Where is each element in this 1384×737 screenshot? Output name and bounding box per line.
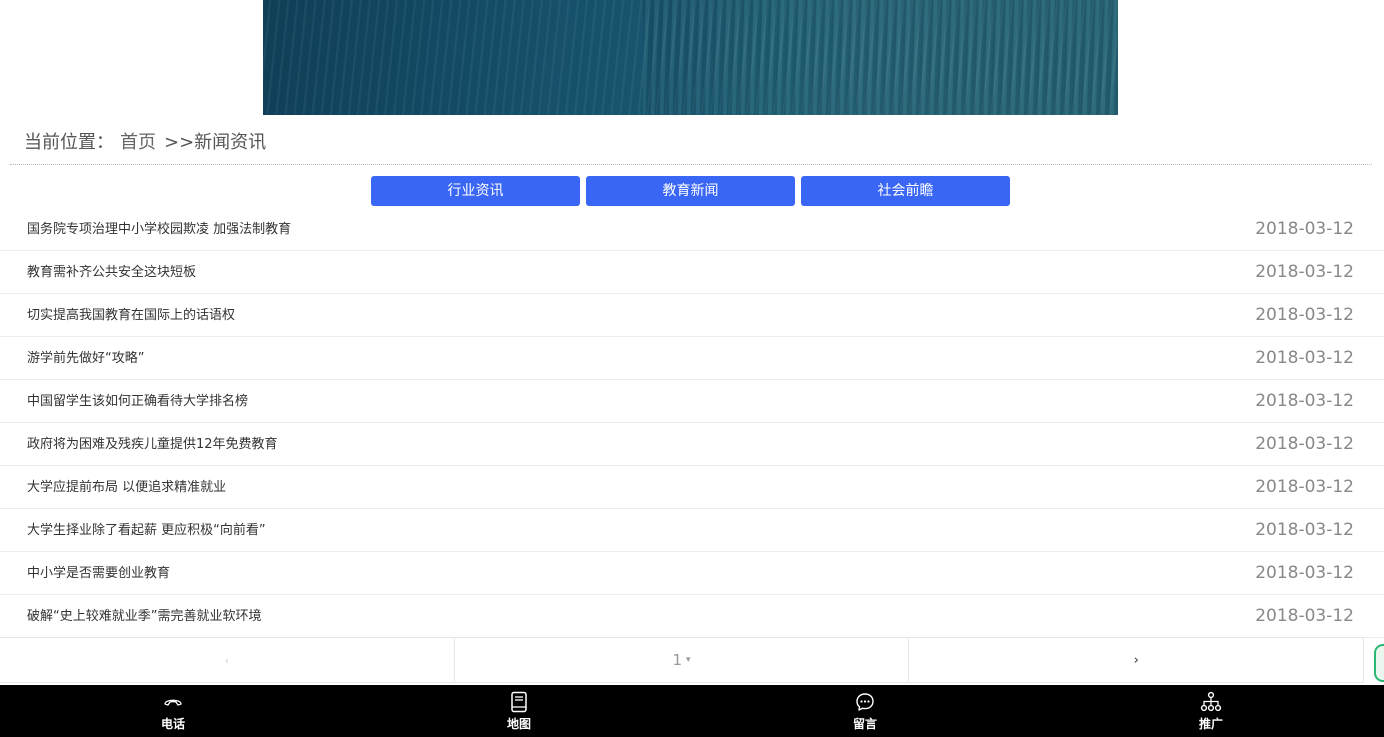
bottom-nav-promote[interactable]: 推广 <box>1038 685 1384 737</box>
pagination-next-button[interactable]: › <box>909 638 1363 682</box>
breadcrumb: 当前位置： 首页 >>新闻资讯 <box>24 130 266 156</box>
news-list-item[interactable]: 教育需补齐公共安全这块短板 2018-03-12 <box>0 251 1384 294</box>
news-list-item[interactable]: 政府将为困难及残疾儿童提供12年免费教育 2018-03-12 <box>0 423 1384 466</box>
news-date: 2018-03-12 <box>1255 563 1354 583</box>
bottom-nav-phone[interactable]: 电话 <box>0 685 346 737</box>
pagination: ‹ 1 ▾ › <box>0 637 1364 683</box>
bottom-nav-bar: 电话 地图 留言 推广 <box>0 685 1384 737</box>
banner-image <box>263 0 1118 115</box>
news-date: 2018-03-12 <box>1255 520 1354 540</box>
message-icon <box>853 691 877 713</box>
news-list: 国务院专项治理中小学校园欺凌 加强法制教育 2018-03-12 教育需补齐公共… <box>0 208 1384 638</box>
category-tab-education-news[interactable]: 教育新闻 <box>586 176 795 206</box>
chevron-left-icon: ‹ <box>224 653 230 667</box>
news-list-item[interactable]: 中国留学生该如何正确看待大学排名榜 2018-03-12 <box>0 380 1384 423</box>
bottom-nav-phone-label: 电话 <box>160 717 185 731</box>
news-title-link[interactable]: 破解“史上较难就业季”需完善就业软环境 <box>27 608 261 626</box>
bottom-nav-message[interactable]: 留言 <box>692 685 1038 737</box>
page: 当前位置： 首页 >>新闻资讯 行业资讯 教育新闻 社会前瞻 国务院专项治理中小学校… <box>0 0 1384 737</box>
breadcrumb-divider <box>10 164 1372 165</box>
news-title-link[interactable]: 教育需补齐公共安全这块短板 <box>27 264 196 282</box>
news-title-link[interactable]: 切实提高我国教育在国际上的话语权 <box>27 307 235 325</box>
news-date: 2018-03-12 <box>1255 434 1354 454</box>
news-date: 2018-03-12 <box>1255 219 1354 239</box>
news-title-link[interactable]: 政府将为困难及残疾儿童提供12年免费教育 <box>27 436 278 454</box>
news-list-item[interactable]: 破解“史上较难就业季”需完善就业软环境 2018-03-12 <box>0 595 1384 638</box>
bottom-nav-message-label: 留言 <box>852 717 877 731</box>
news-date: 2018-03-12 <box>1255 262 1354 282</box>
category-tab-industry-news[interactable]: 行业资讯 <box>371 176 580 206</box>
bottom-nav-map-label: 地图 <box>506 717 531 731</box>
bottom-nav-promote-label: 推广 <box>1198 717 1223 731</box>
news-list-item[interactable]: 大学生择业除了看起薪 更应积极“向前看” 2018-03-12 <box>0 509 1384 552</box>
news-date: 2018-03-12 <box>1255 606 1354 626</box>
breadcrumb-home-link[interactable]: 首页 <box>120 132 156 153</box>
news-list-item[interactable]: 国务院专项治理中小学校园欺凌 加强法制教育 2018-03-12 <box>0 208 1384 251</box>
news-title-link[interactable]: 中小学是否需要创业教育 <box>27 565 170 583</box>
breadcrumb-label: 当前位置： <box>24 132 114 153</box>
phone-icon <box>161 691 185 713</box>
news-list-item[interactable]: 中小学是否需要创业教育 2018-03-12 <box>0 552 1384 595</box>
news-title-link[interactable]: 大学生择业除了看起薪 更应积极“向前看” <box>27 522 266 540</box>
news-list-item[interactable]: 大学应提前布局 以便追求精准就业 2018-03-12 <box>0 466 1384 509</box>
breadcrumb-current: >>新闻资讯 <box>164 132 267 153</box>
news-list-item[interactable]: 游学前先做好“攻略” 2018-03-12 <box>0 337 1384 380</box>
news-date: 2018-03-12 <box>1255 391 1354 411</box>
side-float-tab[interactable] <box>1374 644 1384 682</box>
share-tree-icon <box>1199 691 1223 713</box>
pagination-prev-button[interactable]: ‹ <box>0 638 455 682</box>
news-title-link[interactable]: 国务院专项治理中小学校园欺凌 加强法制教育 <box>27 221 291 239</box>
news-list-item[interactable]: 切实提高我国教育在国际上的话语权 2018-03-12 <box>0 294 1384 337</box>
caret-down-icon: ▾ <box>686 655 691 665</box>
news-date: 2018-03-12 <box>1255 477 1354 497</box>
category-tab-society-outlook[interactable]: 社会前瞻 <box>801 176 1010 206</box>
bottom-nav-map[interactable]: 地图 <box>346 685 692 737</box>
pagination-page-select[interactable]: 1 ▾ <box>455 638 910 682</box>
news-title-link[interactable]: 大学应提前布局 以便追求精准就业 <box>27 479 226 497</box>
chevron-right-icon: › <box>1133 652 1139 668</box>
category-tabs: 行业资讯 教育新闻 社会前瞻 <box>371 176 1016 206</box>
pagination-current-page: 1 <box>672 651 683 669</box>
news-title-link[interactable]: 游学前先做好“攻略” <box>27 350 144 368</box>
news-date: 2018-03-12 <box>1255 348 1354 368</box>
news-date: 2018-03-12 <box>1255 305 1354 325</box>
map-book-icon <box>507 691 531 713</box>
banner-bookshelf-lines <box>643 0 1118 115</box>
news-title-link[interactable]: 中国留学生该如何正确看待大学排名榜 <box>27 393 248 411</box>
